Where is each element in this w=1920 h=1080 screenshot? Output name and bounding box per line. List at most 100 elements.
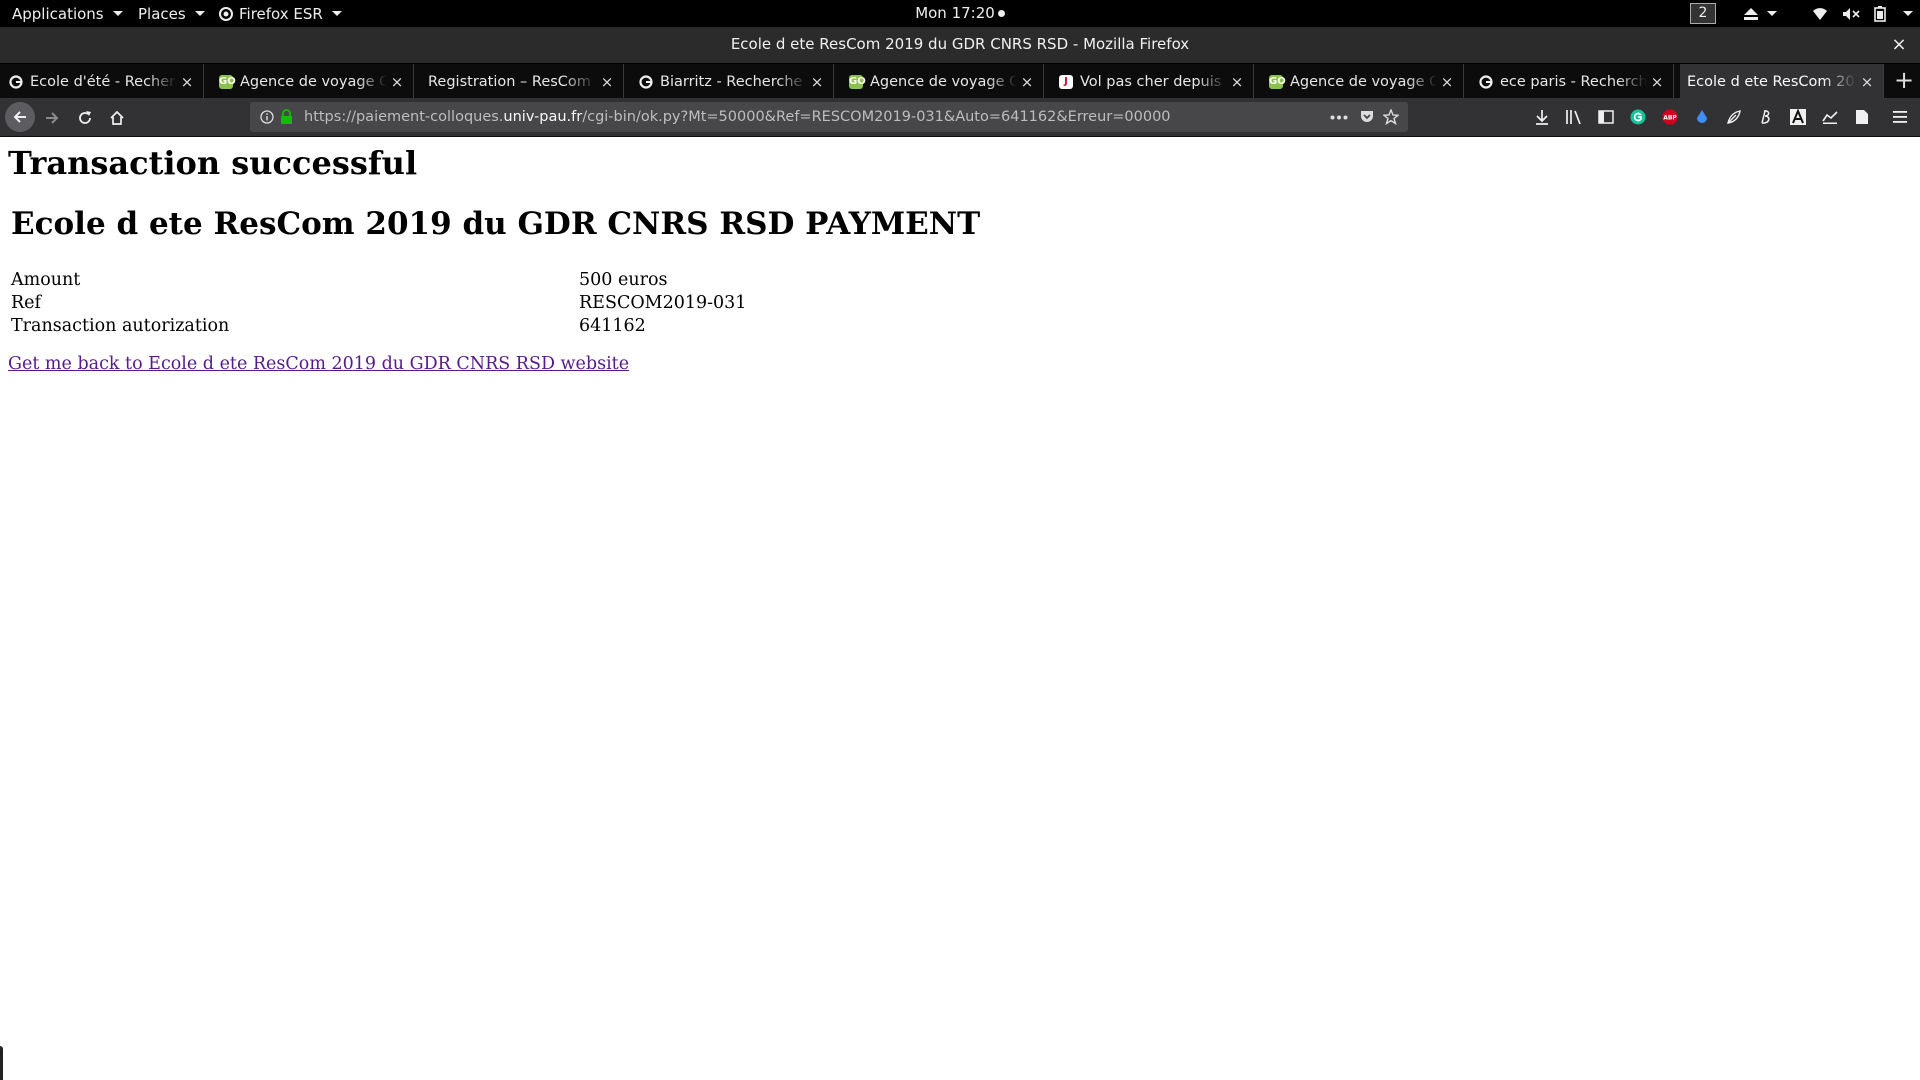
adblock-icon: ABP (1662, 109, 1678, 125)
tab[interactable]: ece paris - Recherche Google × (1470, 64, 1674, 99)
tab[interactable]: GO Agence de voyage GO Voyages × (1260, 64, 1464, 99)
wifi-icon (1813, 7, 1827, 20)
window-title: Ecole d ete ResCom 2019 du GDR CNRS RSD … (730, 35, 1190, 53)
tab-close-icon[interactable]: × (387, 73, 407, 91)
url-bar[interactable]: https://paiement-colloques.univ-pau.fr/c… (250, 102, 1408, 132)
system-tray[interactable] (1812, 0, 1913, 27)
places-label: Places (138, 4, 186, 23)
row-value: 500 euros (579, 270, 668, 290)
page-content: Transaction successful Ecole d ete ResCo… (0, 138, 1920, 1080)
privacy-extension[interactable] (1692, 107, 1712, 127)
library-icon (1566, 110, 1581, 125)
stock-chart-icon (1822, 111, 1838, 124)
applications-menu[interactable]: Applications (12, 0, 123, 27)
row-label: Ref (11, 293, 42, 313)
chevron-down-icon (112, 11, 123, 16)
table-row: Amount 500 euros (11, 270, 667, 290)
back-arrow-icon (5, 102, 35, 132)
applications-label: Applications (12, 4, 104, 23)
navigation-toolbar: https://paiement-colloques.univ-pau.fr/c… (0, 98, 1920, 137)
library-button[interactable] (1564, 107, 1584, 127)
eject-menu[interactable] (1743, 0, 1777, 27)
tab-close-icon[interactable]: × (1017, 73, 1037, 91)
corner-marker (0, 1046, 3, 1080)
tab-close-icon[interactable]: × (1437, 73, 1457, 91)
url-path: /cgi-bin/ok.py?Mt=50000&Ref=RESCOM2019-0… (582, 109, 1171, 125)
sidebar-button[interactable] (1596, 107, 1616, 127)
grammarly-extension[interactable] (1628, 107, 1648, 127)
tab[interactable]: GO Agence de voyage GO Voyages × (840, 64, 1044, 99)
places-menu[interactable]: Places (138, 0, 205, 27)
battery-icon (1874, 5, 1886, 22)
bold-extension[interactable] (1756, 107, 1776, 127)
reload-icon (79, 111, 91, 124)
tab[interactable]: GO Agence de voyage GO Voyages × (210, 64, 414, 99)
url-prefix: https://paiement-colloques. (304, 109, 504, 125)
download-icon (1536, 110, 1548, 125)
new-tab-button[interactable]: + (1888, 64, 1920, 99)
airline-icon: J (1059, 74, 1073, 89)
downloads-button[interactable] (1532, 107, 1552, 127)
clock-text: Mon 17:20 (915, 4, 995, 22)
tab[interactable]: J Vol pas cher depuis Paris × (1050, 64, 1254, 99)
home-button[interactable] (103, 104, 131, 132)
chevron-down-icon (194, 11, 205, 16)
tab-label: Agence de voyage GO Voyages (240, 73, 387, 90)
tab-close-icon[interactable]: × (177, 73, 197, 91)
tab-active[interactable]: Ecole d ete ResCom 2019 du GDR CNRS RSD … (1680, 64, 1884, 99)
tab[interactable]: Biarritz - Recherche Google × (630, 64, 834, 99)
tab[interactable]: Ecole d'été - Recherche Google × (0, 64, 204, 99)
eject-icon (1744, 7, 1758, 20)
tab-close-icon[interactable]: × (1227, 73, 1247, 91)
hamburger-menu-icon (1893, 111, 1907, 123)
shield-extension[interactable] (1724, 107, 1744, 127)
pocket-icon[interactable] (1359, 109, 1375, 125)
url-text: https://paiement-colloques.univ-pau.fr/c… (304, 102, 1171, 132)
tab-close-icon[interactable]: × (807, 73, 827, 91)
workspace-indicator[interactable]: 2 (1690, 3, 1716, 24)
url-host: univ-pau.fr (503, 109, 583, 125)
tab-label: Agence de voyage GO Voyages (1290, 73, 1437, 90)
back-to-website-link[interactable]: Get me back to Ecole d ete ResCom 2019 d… (8, 354, 629, 374)
forward-button[interactable] (38, 104, 66, 132)
chevron-down-icon (331, 11, 342, 16)
table-row: Transaction autorization 641162 (11, 316, 646, 336)
tab-close-icon[interactable]: × (1647, 73, 1667, 91)
blue-drop-icon (1697, 110, 1707, 123)
app-menu[interactable]: Firefox ESR (219, 0, 342, 27)
font-extension[interactable] (1788, 107, 1808, 127)
clock[interactable]: Mon 17:20 (915, 4, 1005, 22)
govoyages-icon: GO (849, 74, 866, 89)
tab[interactable]: Registration – ResCom Summer School × (420, 64, 624, 99)
google-icon (639, 74, 653, 89)
open-menu-button[interactable] (1890, 107, 1910, 127)
google-icon (9, 74, 23, 89)
gnome-top-bar: Applications Places Firefox ESR Mon 17:2… (0, 0, 1920, 27)
window-title-bar: Ecole d ete ResCom 2019 du GDR CNRS RSD … (0, 27, 1920, 63)
adblock-extension[interactable]: ABP (1660, 107, 1680, 127)
lock-icon[interactable] (280, 109, 293, 125)
tab-label: ece paris - Recherche Google (1500, 73, 1647, 90)
page-actions-icon[interactable] (1330, 115, 1348, 120)
page-title: Transaction successful (8, 144, 418, 182)
leaf-icon (1727, 110, 1741, 124)
tab-strip: Ecole d'été - Recherche Google × GO Agen… (0, 63, 1920, 99)
sidebar-icon (1598, 110, 1614, 124)
tab-close-icon[interactable]: × (1857, 73, 1877, 91)
firefox-icon (219, 6, 233, 21)
forward-arrow-icon (46, 112, 59, 124)
bookmark-star-icon[interactable] (1383, 109, 1399, 125)
window-close-button[interactable]: × (1888, 27, 1910, 63)
tab-label: Agence de voyage GO Voyages (870, 73, 1017, 90)
notes-extension[interactable] (1852, 107, 1872, 127)
row-value: RESCOM2019-031 (579, 293, 747, 313)
info-icon[interactable] (260, 110, 274, 124)
notification-dot-icon (997, 10, 1005, 17)
tab-close-icon[interactable]: × (597, 73, 617, 91)
ublock-extension[interactable] (1820, 107, 1840, 127)
tab-label: Biarritz - Recherche Google (660, 73, 807, 90)
back-button[interactable] (5, 102, 35, 132)
script-b-icon (1761, 110, 1770, 124)
reload-button[interactable] (71, 104, 99, 132)
govoyages-icon: GO (1269, 74, 1286, 89)
